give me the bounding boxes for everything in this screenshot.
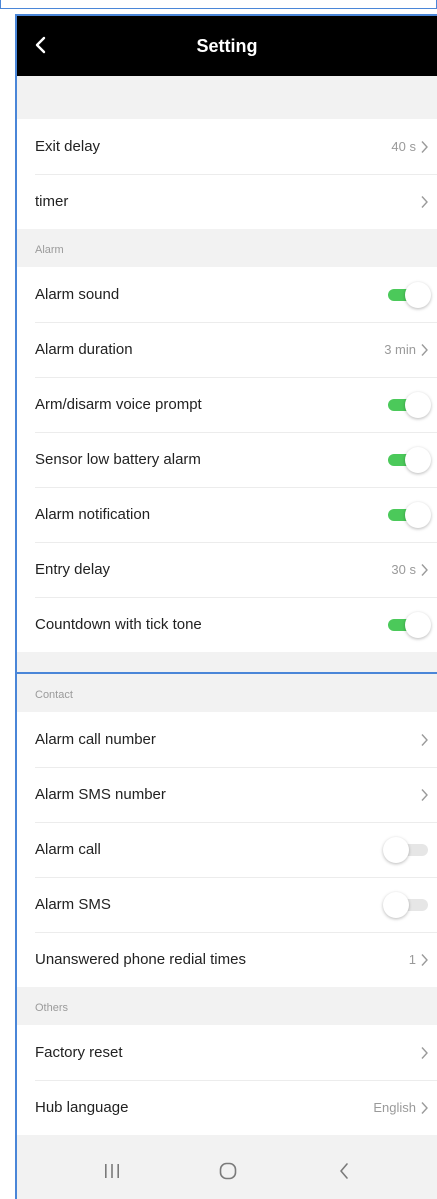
top-frame-strip: [0, 0, 437, 9]
hub-language-row[interactable]: Hub language English: [17, 1080, 437, 1135]
exit-delay-row[interactable]: Exit delay 40 s: [17, 119, 437, 174]
row-label: Unanswered phone redial times: [35, 951, 246, 968]
nav-back-button[interactable]: [329, 1158, 359, 1184]
top-spacer: [17, 76, 437, 119]
chevron-right-icon: [421, 788, 428, 801]
home-icon: [219, 1162, 237, 1180]
voice-prompt-row: Arm/disarm voice prompt: [17, 377, 437, 432]
row-label: Exit delay: [35, 138, 101, 155]
row-label: Countdown with tick tone: [35, 616, 202, 633]
row-label: Hub language: [35, 1099, 129, 1116]
section-title-others: Others: [17, 987, 437, 1025]
settings-screen: Setting Exit delay 40 s timer Alarm Alar: [15, 14, 437, 1199]
alarm-sms-number-row[interactable]: Alarm SMS number: [17, 767, 437, 822]
entry-delay-row[interactable]: Entry delay 30 s: [17, 542, 437, 597]
timer-row[interactable]: timer: [17, 174, 437, 229]
home-button[interactable]: [213, 1158, 243, 1184]
settings-list: Exit delay 40 s timer Alarm Alarm sound …: [17, 76, 437, 1135]
voice-prompt-toggle[interactable]: [383, 391, 431, 419]
row-label: Alarm call number: [35, 731, 156, 748]
section-gap: [17, 652, 437, 672]
alarm-call-number-row[interactable]: Alarm call number: [17, 712, 437, 767]
chevron-right-icon: [421, 1101, 428, 1114]
system-nav-bar: [17, 1144, 437, 1199]
redial-times-row[interactable]: Unanswered phone redial times 1: [17, 932, 437, 987]
alarm-sound-toggle[interactable]: [383, 281, 431, 309]
alarm-sms-toggle[interactable]: [383, 891, 431, 919]
back-icon: [340, 1163, 348, 1179]
chevron-right-icon: [421, 343, 428, 356]
section-title-alarm: Alarm: [17, 229, 437, 267]
low-battery-alarm-toggle[interactable]: [383, 446, 431, 474]
row-label: Sensor low battery alarm: [35, 451, 201, 468]
alarm-sound-row: Alarm sound: [17, 267, 437, 322]
tick-tone-toggle[interactable]: [383, 611, 431, 639]
row-label: Alarm duration: [35, 341, 133, 358]
chevron-right-icon: [421, 140, 428, 153]
recent-apps-icon: [105, 1164, 119, 1178]
alarm-call-toggle[interactable]: [383, 836, 431, 864]
row-label: timer: [35, 193, 69, 210]
section-title-contact: Contact: [17, 674, 437, 712]
row-label: Arm/disarm voice prompt: [35, 396, 202, 413]
alarm-section: Alarm sound Alarm duration 3 min Arm/dis…: [17, 267, 437, 652]
row-label: Factory reset: [35, 1044, 123, 1061]
recents-button[interactable]: [97, 1158, 127, 1184]
row-label: Alarm SMS: [35, 896, 111, 913]
factory-reset-row[interactable]: Factory reset: [17, 1025, 437, 1080]
alarm-duration-row[interactable]: Alarm duration 3 min: [17, 322, 437, 377]
back-button[interactable]: [25, 30, 55, 60]
alarm-sms-row: Alarm SMS: [17, 877, 437, 932]
chevron-left-icon: [35, 36, 46, 54]
row-value: 3 min: [384, 342, 416, 357]
header-bar: Setting: [17, 16, 437, 76]
row-label: Alarm call: [35, 841, 101, 858]
tick-tone-row: Countdown with tick tone: [17, 597, 437, 652]
alarm-call-row: Alarm call: [17, 822, 437, 877]
chevron-right-icon: [421, 733, 428, 746]
chevron-right-icon: [421, 195, 428, 208]
alarm-notification-row: Alarm notification: [17, 487, 437, 542]
row-label: Entry delay: [35, 561, 111, 578]
row-value: 30 s: [391, 562, 416, 577]
row-label: Alarm SMS number: [35, 786, 166, 803]
chevron-right-icon: [421, 953, 428, 966]
contact-section: Alarm call number Alarm SMS number Alarm…: [17, 712, 437, 987]
row-label: Alarm notification: [35, 506, 151, 523]
row-label: Alarm sound: [35, 286, 120, 303]
row-value: 40 s: [391, 139, 416, 154]
low-battery-alarm-row: Sensor low battery alarm: [17, 432, 437, 487]
others-section: Factory reset Hub language English: [17, 1025, 437, 1135]
chevron-right-icon: [421, 1046, 428, 1059]
page-title: Setting: [196, 36, 258, 56]
row-value: English: [373, 1100, 416, 1115]
row-value: 1: [408, 952, 416, 967]
chevron-right-icon: [421, 563, 428, 576]
alarm-notification-toggle[interactable]: [383, 501, 431, 529]
general-section: Exit delay 40 s timer: [17, 119, 437, 229]
